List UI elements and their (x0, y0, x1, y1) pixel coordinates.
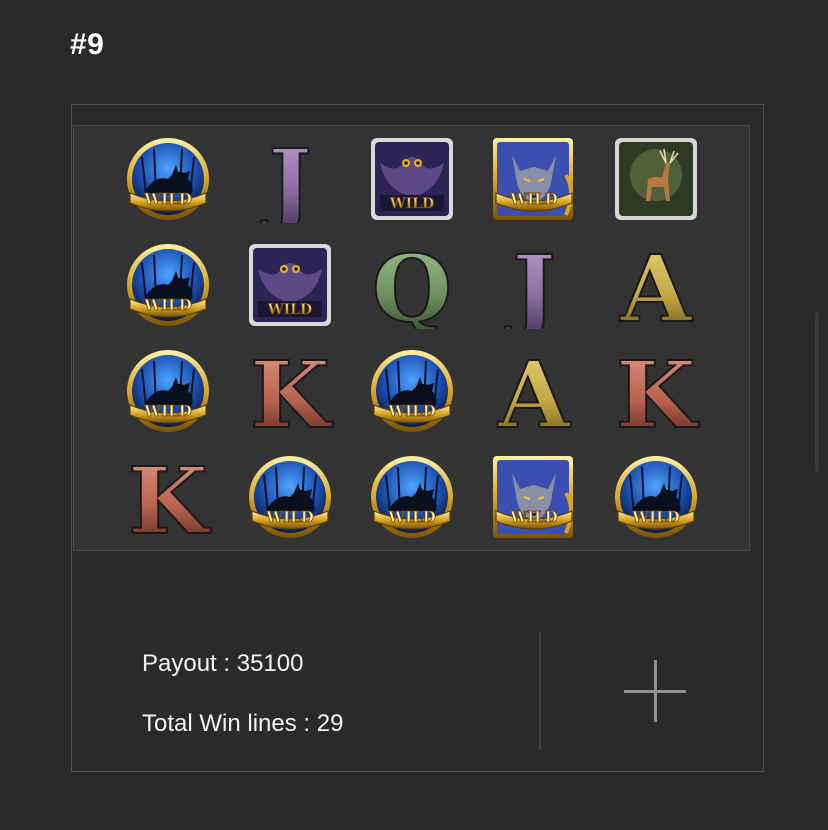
owl-wild-symbol: WILD (246, 241, 334, 329)
wolf-wild-symbol: WILD (490, 135, 578, 223)
wild-text: WILD (387, 402, 435, 420)
wild-text: WILD (143, 296, 191, 314)
payout-label: Payout : 35100 (142, 650, 304, 677)
wild-symbol: WILD (368, 347, 456, 435)
letter-k-symbol: K (246, 347, 334, 435)
scrollbar-thumb[interactable] (815, 312, 819, 472)
svg-text:A: A (619, 241, 693, 329)
wolf-wild-symbol: WILD (490, 453, 578, 541)
add-button[interactable] (620, 658, 690, 726)
wild-text: WILD (265, 508, 313, 526)
svg-text:K: K (250, 347, 333, 435)
wild-text: WILD (143, 190, 191, 208)
wild-symbol: WILD (124, 347, 212, 435)
reel-grid: WILD J WILD WILD WILD WILD Q J A WILD K … (73, 125, 750, 551)
wild-text: WILD (509, 190, 557, 208)
svg-text:J: J (261, 135, 312, 223)
svg-text:K: K (616, 347, 699, 435)
deer-symbol (612, 135, 700, 223)
wild-text: WILD (389, 196, 434, 212)
svg-text:K: K (128, 453, 211, 541)
total-win-lines-label: Total Win lines : 29 (142, 710, 344, 737)
letter-a-symbol: A (612, 241, 700, 329)
letter-j-symbol: J (490, 241, 578, 329)
svg-text:Q: Q (372, 241, 452, 329)
wild-symbol: WILD (124, 241, 212, 329)
wild-symbol: WILD (612, 453, 700, 541)
letter-j-symbol: J (246, 135, 334, 223)
letter-a-symbol: A (490, 347, 578, 435)
letter-k-symbol: K (124, 453, 212, 541)
svg-text:J: J (505, 241, 556, 329)
info-divider (539, 632, 541, 750)
letter-q-symbol: Q (368, 241, 456, 329)
wild-text: WILD (267, 302, 312, 318)
svg-text:A: A (497, 347, 571, 435)
letter-k-symbol: K (612, 347, 700, 435)
wild-text: WILD (509, 508, 557, 526)
wild-symbol: WILD (246, 453, 334, 541)
wild-symbol: WILD (124, 135, 212, 223)
wild-text: WILD (387, 508, 435, 526)
result-title: #9 (70, 28, 105, 61)
wild-text: WILD (631, 508, 679, 526)
owl-wild-symbol: WILD (368, 135, 456, 223)
wild-symbol: WILD (368, 453, 456, 541)
wild-text: WILD (143, 402, 191, 420)
